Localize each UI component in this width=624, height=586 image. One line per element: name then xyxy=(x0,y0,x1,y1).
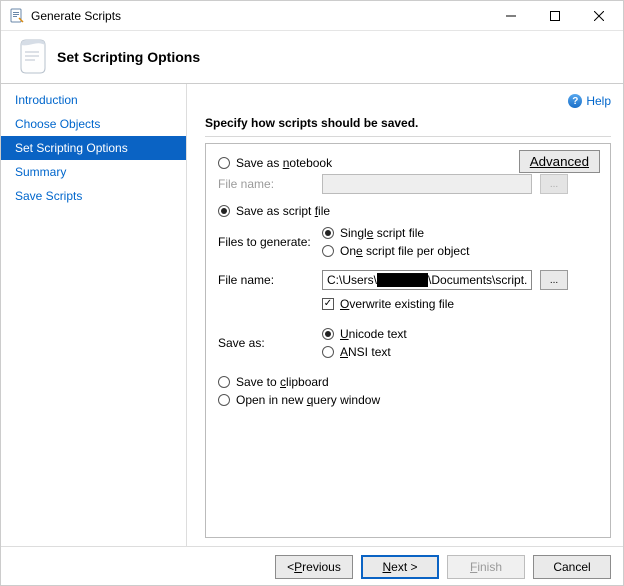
save-as-label: Save as: xyxy=(218,336,314,350)
options-group: Advanced Save as notebook File name: ...… xyxy=(205,143,611,538)
help-link[interactable]: Help xyxy=(586,94,611,108)
page-title: Set Scripting Options xyxy=(57,49,200,65)
nav-save-scripts[interactable]: Save Scripts xyxy=(1,184,186,208)
nav-set-scripting-options[interactable]: Set Scripting Options xyxy=(1,136,186,160)
filename-input[interactable] xyxy=(322,270,532,290)
checkbox-overwrite-label: Overwrite existing file xyxy=(340,297,454,311)
notebook-browse-button: ... xyxy=(540,174,568,194)
radio-ansi-text-label: ANSI text xyxy=(340,345,391,359)
content-pane: ? Help Specify how scripts should be sav… xyxy=(187,84,623,546)
next-button[interactable]: Next > xyxy=(361,555,439,579)
nav-introduction[interactable]: Introduction xyxy=(1,88,186,112)
radio-save-as-script-file-label: Save as script file xyxy=(236,204,330,218)
close-button[interactable] xyxy=(577,2,621,30)
radio-save-to-clipboard[interactable]: Save to clipboard xyxy=(218,375,598,389)
radio-open-new-query[interactable]: Open in new query window xyxy=(218,393,598,407)
radio-single-script-file[interactable]: Single script file xyxy=(322,226,469,240)
radio-one-file-per-object[interactable]: One script file per object xyxy=(322,244,469,258)
radio-unicode-text[interactable]: Unicode text xyxy=(322,327,407,341)
title-bar: Generate Scripts xyxy=(1,1,623,31)
radio-unicode-text-label: Unicode text xyxy=(340,327,407,341)
instruction-label: Specify how scripts should be saved. xyxy=(205,116,611,130)
divider xyxy=(205,136,611,137)
radio-ansi-text[interactable]: ANSI text xyxy=(322,345,407,359)
help-icon: ? xyxy=(568,94,582,108)
window-title: Generate Scripts xyxy=(31,9,489,23)
checkbox-overwrite[interactable]: Overwrite existing file xyxy=(322,297,454,311)
maximize-button[interactable] xyxy=(533,2,577,30)
cancel-button[interactable]: Cancel xyxy=(533,555,611,579)
radio-one-file-per-object-label: One script file per object xyxy=(340,244,469,258)
script-icon xyxy=(15,39,47,75)
nav-summary[interactable]: Summary xyxy=(1,160,186,184)
filename-label: File name: xyxy=(218,273,314,287)
nav-choose-objects[interactable]: Choose Objects xyxy=(1,112,186,136)
notebook-filename-label: File name: xyxy=(218,177,314,191)
wizard-nav: Introduction Choose Objects Set Scriptin… xyxy=(1,84,187,546)
browse-button[interactable]: ... xyxy=(540,270,568,290)
advanced-button[interactable]: Advanced xyxy=(519,150,600,173)
radio-single-script-file-label: Single script file xyxy=(340,226,424,240)
files-to-generate-label: Files to generate: xyxy=(218,235,314,249)
wizard-footer: < Previous Next > Finish Cancel xyxy=(1,546,623,586)
previous-button[interactable]: < Previous xyxy=(275,555,353,579)
notebook-filename-input xyxy=(322,174,532,194)
radio-open-new-query-label: Open in new query window xyxy=(236,393,380,407)
radio-save-to-clipboard-label: Save to clipboard xyxy=(236,375,329,389)
radio-save-as-script-file[interactable]: Save as script file xyxy=(218,204,598,218)
window-buttons xyxy=(489,2,621,30)
wizard-header: Set Scripting Options xyxy=(1,31,623,84)
finish-button: Finish xyxy=(447,555,525,579)
minimize-button[interactable] xyxy=(489,2,533,30)
app-icon xyxy=(9,8,25,24)
radio-save-as-notebook-label: Save as notebook xyxy=(236,156,332,170)
